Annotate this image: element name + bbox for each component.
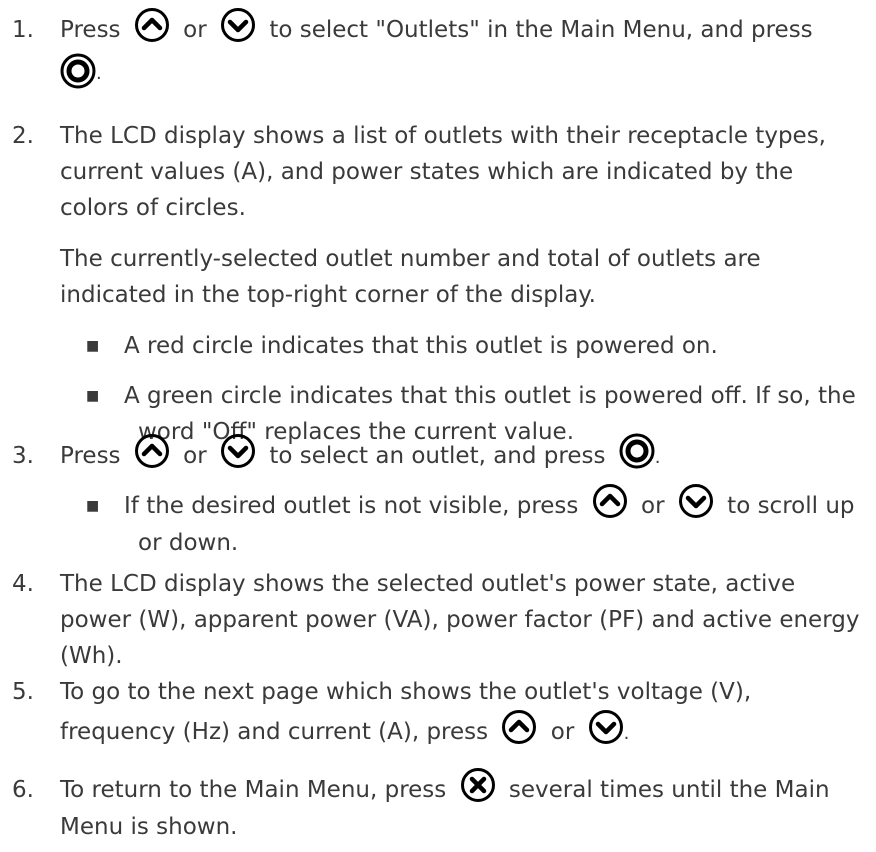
step-text-period: . [96,63,102,84]
step-text-period: . [654,447,661,468]
step-text-line1: The LCD display shows a list of outlets … [60,123,826,149]
step-text-line2: power (W), apparent power (VA), power fa… [60,607,860,633]
down-arrow-button-icon [220,433,256,469]
ok-circle-button-icon [619,433,655,469]
up-arrow-button-icon [592,483,628,519]
step-text-return: To return to the Main Menu, press [60,777,447,803]
paragraph-line1: The currently-selected outlet number and… [60,246,761,272]
step-text-press: frequency (Hz) and current (A), press [60,719,489,745]
bullet-icon: ■ [86,338,100,354]
step-text-press: Press [60,443,121,469]
step-text-line1: The LCD display shows the selected outle… [60,571,796,597]
step-text-several: several times until the Main [508,777,830,803]
step-text-or: or [183,17,207,43]
step-text: Press or to select an outlet, and press … [60,438,860,476]
step-number: 5. [12,679,34,705]
down-arrow-button-icon [220,7,256,43]
step-paragraph: The currently-selected outlet number and… [60,241,860,313]
step-text-period: . [623,723,630,744]
down-arrow-button-icon [678,483,714,519]
step-text: The LCD display shows a list of outlets … [60,118,860,226]
step-text: To go to the next page which shows the o… [60,674,860,752]
step-number: 2. [12,123,34,149]
step-text-press: Press [60,17,121,43]
ok-circle-button-icon [60,53,96,89]
paragraph-line2: indicated in the top-right corner of the… [60,282,596,308]
bullet-text-or: or [641,493,665,519]
step-number: 1. [12,17,34,43]
step-text: The LCD display shows the selected outle… [60,566,860,674]
bullet-text: If the desired outlet is not visible, pr… [124,488,864,561]
step-text-line2: . [60,54,860,92]
step-text-line1: To go to the next page which shows the o… [60,679,752,705]
step-text-select: to select an outlet, and press [269,443,606,469]
step-text-or: or [550,719,575,745]
bullet-text-line2: or down. [138,529,239,556]
bullet-text: A red circle indicates that this outlet … [124,333,718,359]
step-text-line3: (Wh). [60,643,123,669]
step-number: 3. [12,443,34,469]
bullet-text-line1: A green circle indicates that this outle… [124,383,856,409]
step-text-line2: current values (A), and power states whi… [60,159,794,185]
step-text: To return to the Main Menu, press severa… [60,772,860,845]
down-arrow-button-icon [588,709,624,745]
bullet-text-a: If the desired outlet is not visible, pr… [124,493,579,519]
step-text-select: to select "Outlets" in the Main Menu, an… [269,17,813,43]
bullet-text-b: to scroll up [727,493,855,519]
x-cancel-button-icon [460,767,496,803]
step-number: 4. [12,571,34,597]
up-arrow-button-icon [501,709,537,745]
step-text-line2: frequency (Hz) and current (A), press or… [60,714,860,752]
bullet-icon: ■ [86,388,100,404]
step-text-or: or [183,443,207,469]
step-text-line1: To return to the Main Menu, press severa… [60,772,860,809]
step-text-line2: Menu is shown. [60,813,238,840]
up-arrow-button-icon [134,7,170,43]
step-number: 6. [12,777,34,803]
step-text-line3: colors of circles. [60,195,246,221]
up-arrow-button-icon [134,433,170,469]
step-text: Press or to select "Outlets" in the Main… [60,12,860,49]
bullet-icon: ■ [86,498,100,514]
